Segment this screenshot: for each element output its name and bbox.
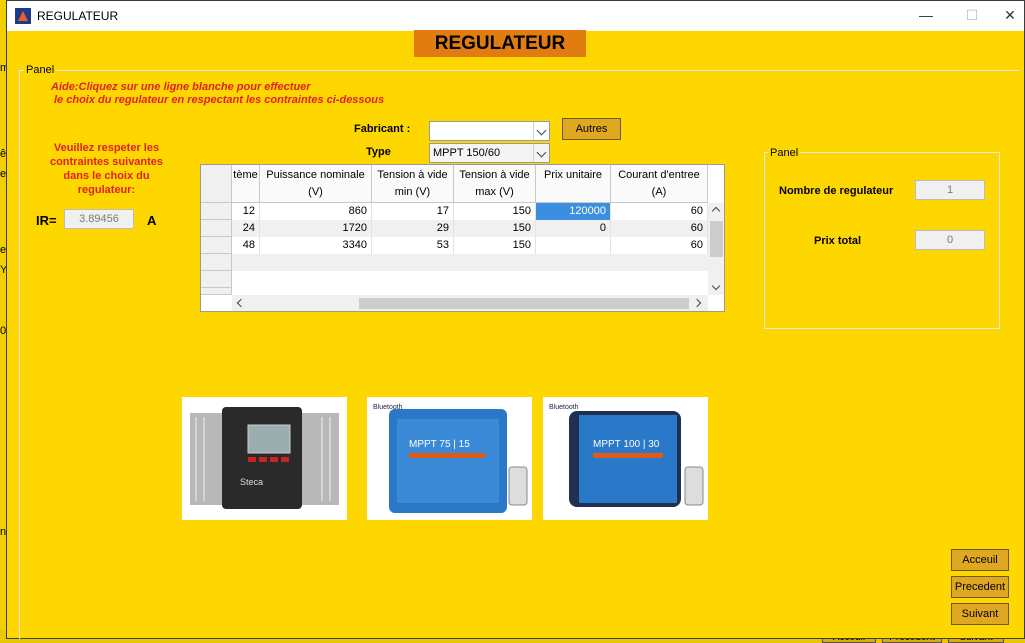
page-title: REGULATEUR [414, 30, 586, 57]
table-cell[interactable]: 29 [372, 220, 454, 237]
table-cell[interactable]: 150 [454, 237, 536, 254]
mppt-75-15-label: MPPT 75 | 15 [409, 439, 470, 450]
horizontal-scrollbar[interactable] [232, 295, 708, 311]
row-header[interactable] [201, 203, 232, 220]
row-header[interactable] [201, 237, 232, 254]
accueil-button[interactable]: Acceuil [951, 549, 1009, 571]
ir-value-field: 3.89456 [64, 209, 134, 229]
table-cell[interactable]: 60 [611, 220, 708, 237]
vertical-scrollbar[interactable] [708, 203, 724, 295]
table-cell[interactable] [536, 237, 611, 254]
table-cell[interactable]: 53 [372, 237, 454, 254]
help-text-line1: Aide:Cliquez sur une ligne blanche pour … [51, 81, 311, 93]
table-cell[interactable]: 48 [232, 237, 260, 254]
row-header[interactable] [201, 271, 232, 288]
nombre-regulateur-label: Nombre de regulateur [779, 185, 894, 197]
chevron-down-icon[interactable] [711, 281, 721, 291]
minimize-button[interactable]: — [903, 3, 949, 29]
window-title: REGULATEUR [37, 9, 119, 23]
panel-label: Panel [24, 64, 57, 76]
table-cell[interactable]: 24 [232, 220, 260, 237]
table-corner [201, 165, 232, 203]
column-header-tension-min[interactable]: Tension à vide min (V) [372, 165, 454, 203]
table-cell[interactable]: 150 [454, 220, 536, 237]
column-header-puissance[interactable]: Puissance nominale (V) [260, 165, 372, 203]
steca-regulator-image: Steca [182, 397, 347, 520]
table-cell[interactable]: 150 [454, 203, 536, 220]
matlab-icon [15, 8, 31, 24]
table-cell[interactable]: 60 [611, 237, 708, 254]
chevron-down-icon [533, 144, 549, 162]
mppt-100-30-label: MPPT 100 | 30 [593, 439, 660, 450]
type-dropdown[interactable]: MPPT 150/60 [429, 143, 550, 163]
steca-logo-text: Steca [240, 477, 263, 487]
title-bar[interactable]: REGULATEUR — ☐ ✕ [7, 1, 1024, 31]
table-row[interactable] [232, 271, 708, 288]
bluetooth-label: Bluetooth [549, 404, 579, 411]
mppt-100-30-image: Bluetooth MPPT 100 | 30 [543, 397, 708, 520]
chevron-right-icon[interactable] [692, 298, 702, 308]
table-cell[interactable]: 3340 [260, 237, 372, 254]
help-text-line2: le choix du regulateur en respectant les… [54, 94, 385, 106]
chevron-up-icon[interactable] [711, 206, 721, 216]
regulator-table: tème Puissance nominale (V) Tension à vid… [200, 164, 725, 312]
table-cell[interactable]: 60 [611, 203, 708, 220]
table-cell[interactable]: 17 [372, 203, 454, 220]
ir-label: IR= [36, 213, 57, 228]
precedent-button[interactable]: Precedent [951, 576, 1009, 598]
nombre-regulateur-field: 1 [915, 180, 985, 200]
column-header-systeme[interactable]: tème [232, 165, 260, 203]
mppt-75-15-image: Bluetooth MPPT 75 | 15 [367, 397, 532, 520]
column-header-tension-max[interactable]: Tension à vide max (V) [454, 165, 536, 203]
table-cell[interactable]: 860 [260, 203, 372, 220]
table-cell-selected[interactable]: 120000 [536, 203, 611, 220]
chevron-down-icon [533, 122, 549, 140]
table-cell[interactable]: 12 [232, 203, 260, 220]
type-value: MPPT 150/60 [433, 147, 501, 159]
column-header-prix[interactable]: Prix unitaire [536, 165, 611, 203]
fabricant-label: Fabricant : [354, 123, 411, 135]
table-cell[interactable]: 0 [536, 220, 611, 237]
fabricant-dropdown[interactable] [429, 121, 550, 141]
suivant-button[interactable]: Suivant [951, 603, 1009, 625]
horizontal-scroll-thumb[interactable] [359, 298, 689, 309]
maximize-button[interactable]: ☐ [949, 3, 995, 29]
table-cell[interactable]: 1720 [260, 220, 372, 237]
ir-unit: A [147, 213, 157, 228]
row-header [201, 288, 232, 295]
chevron-left-icon[interactable] [236, 298, 246, 308]
autres-button[interactable]: Autres [562, 118, 621, 140]
prix-total-label: Prix total [814, 235, 862, 247]
row-header[interactable] [201, 220, 232, 237]
table-row[interactable] [232, 254, 708, 271]
vertical-scroll-thumb[interactable] [710, 221, 723, 257]
type-label: Type [366, 146, 391, 158]
prix-total-field: 0 [915, 230, 985, 250]
row-header[interactable] [201, 254, 232, 271]
constraints-text: Veuillez respeter les contraintes suivan… [49, 142, 164, 196]
summary-panel-label: Panel [768, 147, 801, 159]
close-button[interactable]: ✕ [995, 3, 1025, 29]
column-header-courant[interactable]: Courant d'entree (A) [611, 165, 708, 203]
